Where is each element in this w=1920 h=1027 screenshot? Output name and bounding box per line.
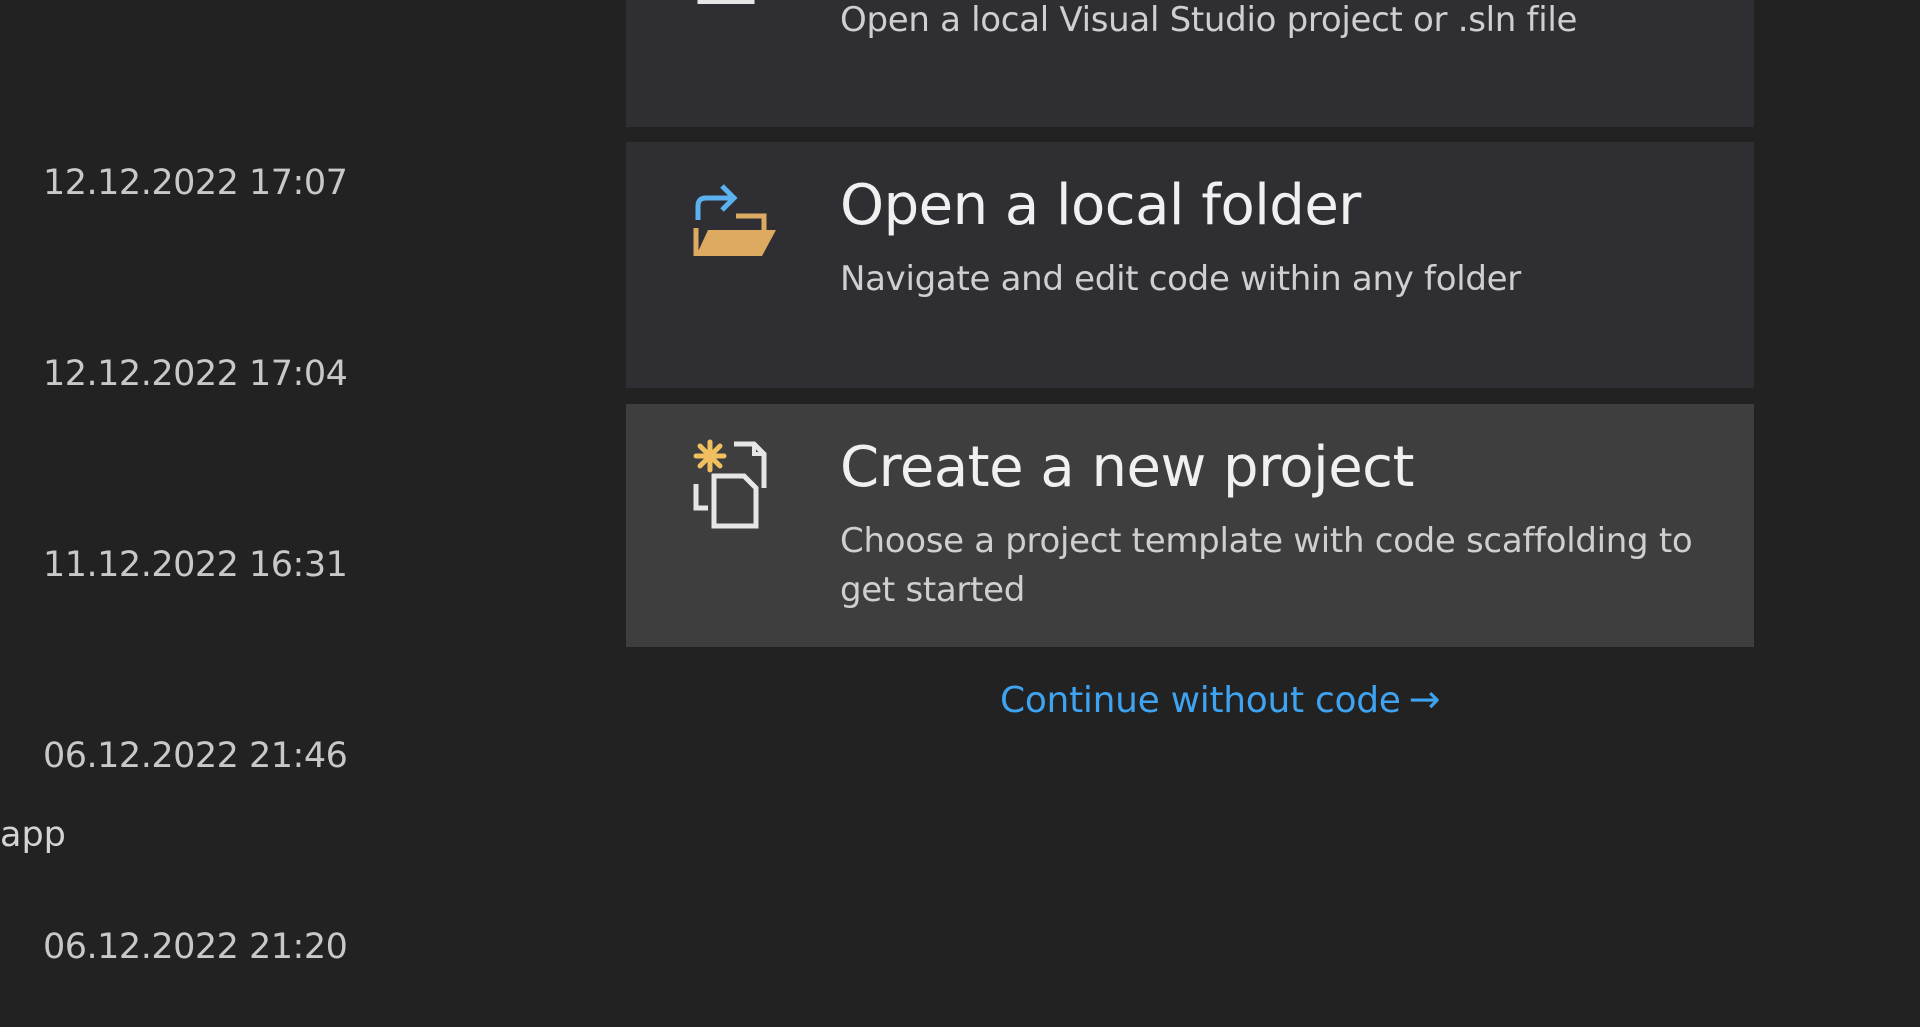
- continue-without-code-link[interactable]: Continue without code →: [1000, 675, 1440, 725]
- open-project-description: Open a local Visual Studio project or .s…: [840, 0, 1578, 40]
- continue-link-label: Continue without code: [1000, 680, 1401, 721]
- open-folder-title: Open a local folder: [840, 173, 1361, 238]
- recent-item-date[interactable]: 12.12.2022 17:04: [43, 354, 348, 394]
- arrow-right-icon: →: [1408, 677, 1441, 721]
- recent-item-date[interactable]: 11.12.2022 16:31: [43, 545, 348, 585]
- new-project-title: Create a new project: [840, 435, 1414, 500]
- open-folder-description: Navigate and edit code within any folder: [840, 259, 1521, 299]
- open-folder-icon: [684, 172, 784, 272]
- start-window: 12.12.2022 17:07 12.12.2022 17:04 11.12.…: [0, 0, 1920, 1027]
- open-project-card[interactable]: Open a local Visual Studio project or .s…: [626, 0, 1754, 127]
- new-project-icon: [684, 434, 784, 534]
- open-folder-card[interactable]: Open a local folder Navigate and edit co…: [626, 142, 1754, 388]
- new-project-card[interactable]: Create a new project Choose a project te…: [626, 404, 1754, 647]
- open-project-icon: [684, 0, 784, 5]
- recent-item-date[interactable]: 12.12.2022 17:07: [43, 163, 348, 203]
- recent-item-name[interactable]: app: [0, 815, 66, 855]
- recent-item-date[interactable]: 06.12.2022 21:46: [43, 736, 348, 776]
- recent-item-date[interactable]: 06.12.2022 21:20: [43, 927, 348, 967]
- new-project-description: Choose a project template with code scaf…: [840, 521, 1693, 610]
